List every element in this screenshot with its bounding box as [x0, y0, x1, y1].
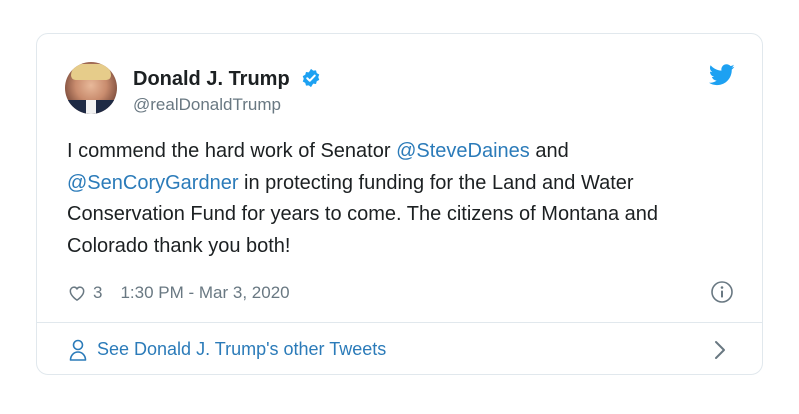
heart-icon[interactable] [67, 283, 87, 303]
chevron-right-icon[interactable] [714, 340, 726, 360]
tweet-meta: 3 1:30 PM - Mar 3, 2020 [67, 281, 290, 305]
tweet-timestamp[interactable]: 1:30 PM - Mar 3, 2020 [120, 283, 289, 303]
tweet-card: Donald J. Trump @realDonaldTrump I comme… [36, 33, 763, 375]
tweet-text-part1: I commend the hard work of Senator [67, 140, 397, 162]
author-name-text[interactable]: Donald J. Trump [133, 68, 290, 90]
see-other-tweets-link[interactable]: See Donald J. Trump's other Tweets [37, 323, 762, 375]
tweet-header: Donald J. Trump @realDonaldTrump [65, 62, 735, 122]
tweet-text-part2: and [529, 140, 569, 162]
author-handle[interactable]: @realDonaldTrump [133, 95, 281, 115]
tweet-text: I commend the hard work of Senator @Stev… [67, 136, 727, 262]
avatar[interactable] [65, 62, 117, 114]
mention-link-sencorygardner[interactable]: @SenCoryGardner [67, 172, 238, 194]
mention-link-stevedaines[interactable]: @SteveDaines [396, 140, 530, 162]
twitter-bird-icon[interactable] [709, 64, 735, 86]
person-icon [69, 339, 87, 361]
author-name[interactable]: Donald J. Trump [133, 68, 321, 91]
like-count[interactable]: 3 [93, 283, 102, 303]
verified-badge-icon [303, 68, 320, 88]
info-icon[interactable] [710, 280, 734, 304]
see-other-tweets-label[interactable]: See Donald J. Trump's other Tweets [97, 339, 386, 360]
